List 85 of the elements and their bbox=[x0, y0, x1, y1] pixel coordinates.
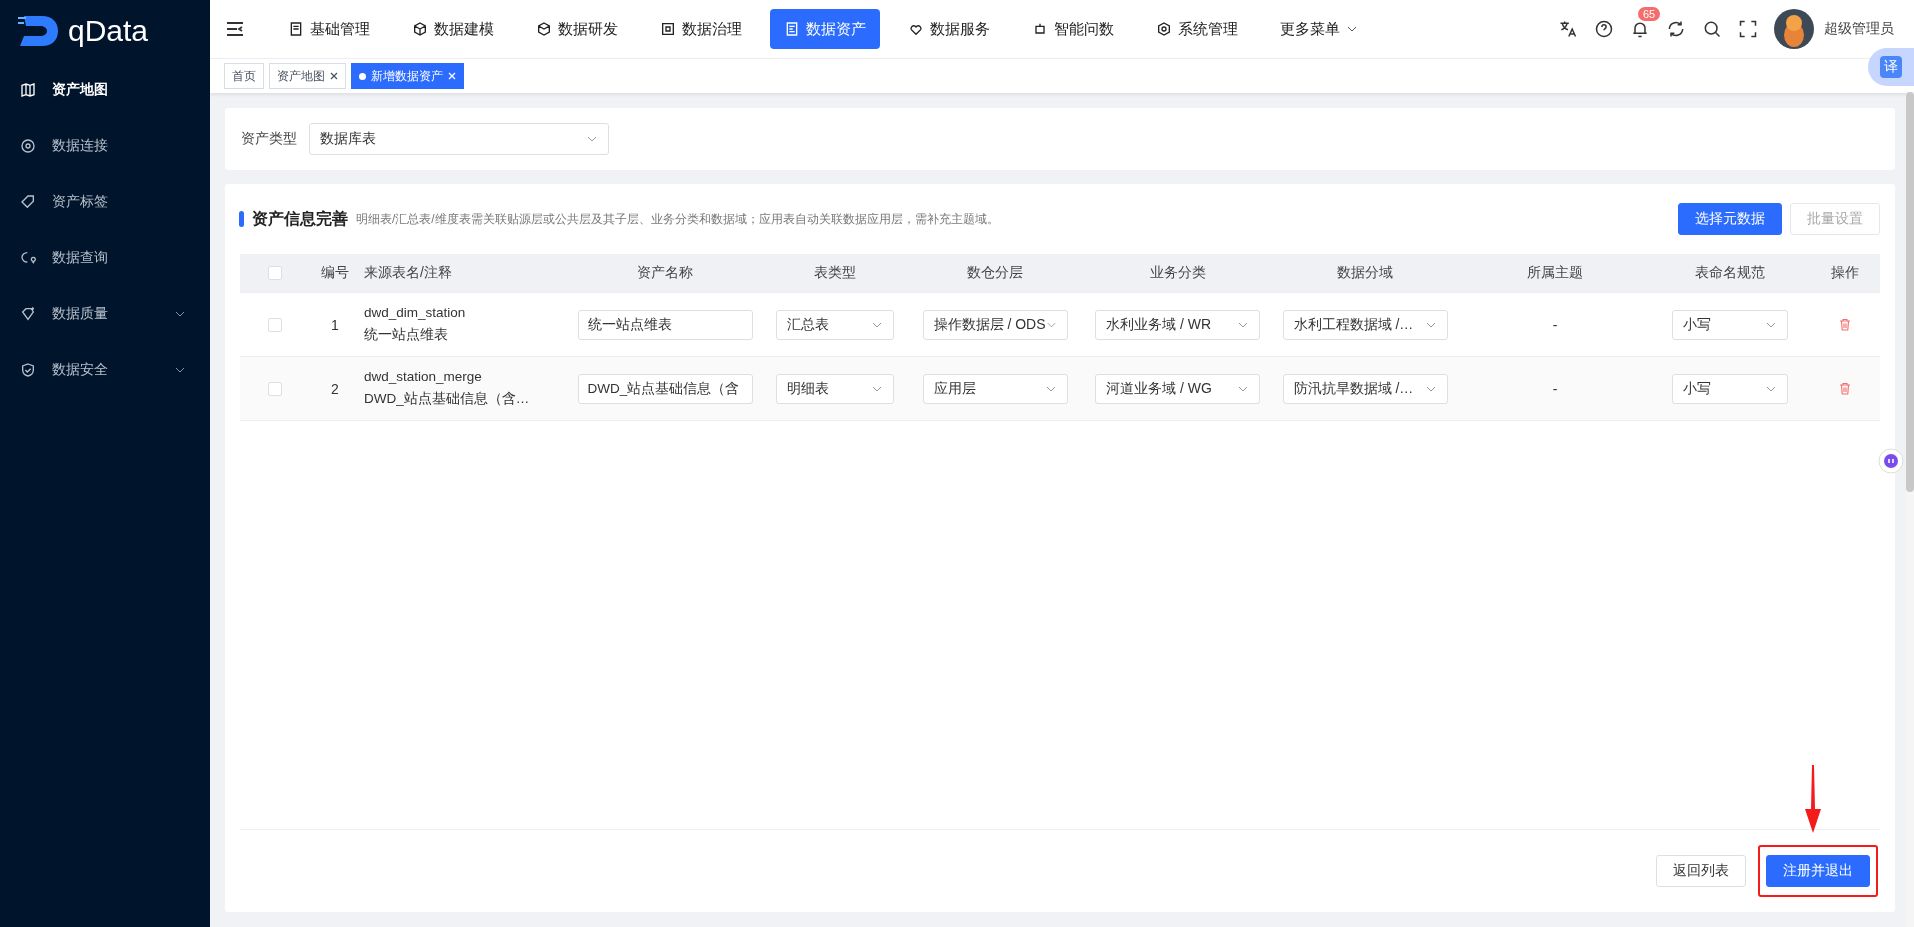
select-metadata-button[interactable]: 选择元数据 bbox=[1678, 203, 1782, 235]
domain-select[interactable]: 防汛抗旱数据域 /… bbox=[1282, 373, 1448, 404]
column-header: 数仓分层 bbox=[967, 264, 1023, 282]
user-name[interactable]: 超级管理员 bbox=[1824, 20, 1894, 38]
layer-select[interactable]: 操作数据层 / ODS bbox=[922, 309, 1068, 340]
section-hint: 明细表/汇总表/维度表需关联贴源层或公共层及其子层、业务分类和数据域；应用表自动关联数据应用层，需补充主题域。 bbox=[356, 210, 1000, 228]
sidebar-item[interactable]: 资产地图 bbox=[0, 62, 210, 118]
active-dot bbox=[359, 72, 366, 80]
delete-icon[interactable] bbox=[1839, 318, 1851, 331]
column-header: 数据分域 bbox=[1337, 264, 1393, 282]
row-number: 1 bbox=[331, 316, 339, 333]
asset-type-select[interactable]: 数据库表 bbox=[309, 123, 609, 155]
nav-tab[interactable]: 数据研发 bbox=[522, 9, 632, 49]
source-table-comment: 统一站点维表 bbox=[364, 326, 448, 344]
target-icon bbox=[20, 138, 36, 154]
sidebar-item[interactable]: 数据质量 bbox=[0, 286, 210, 342]
refresh-icon[interactable] bbox=[1666, 19, 1686, 39]
nav-tab[interactable]: 数据治理 bbox=[646, 9, 756, 49]
section-marker bbox=[239, 211, 244, 227]
page-tab[interactable]: 资产地图 bbox=[269, 63, 346, 89]
back-to-list-button[interactable]: 返回列表 bbox=[1656, 855, 1746, 887]
cube-icon bbox=[412, 21, 428, 37]
business-select[interactable]: 水利业务域 / WR bbox=[1095, 309, 1260, 340]
column-header: 表命名规范 bbox=[1695, 264, 1765, 282]
asset-name-field[interactable]: 统一站点维表 bbox=[577, 309, 753, 340]
source-table-comment: DWD_站点基础信息（含… bbox=[364, 390, 530, 408]
theme-cell: - bbox=[1552, 380, 1558, 397]
theme-cell: - bbox=[1552, 316, 1558, 333]
nav-tab[interactable]: 智能问数 bbox=[1018, 9, 1128, 49]
register-and-exit-button[interactable]: 注册并退出 bbox=[1766, 855, 1870, 887]
row-number: 2 bbox=[331, 380, 339, 397]
avatar[interactable] bbox=[1774, 9, 1814, 49]
scrollbar-thumb[interactable] bbox=[1906, 92, 1914, 492]
field-label: 资产类型 bbox=[241, 130, 297, 148]
hexagon-icon bbox=[1156, 21, 1172, 37]
nav-tab[interactable]: 数据资产 bbox=[770, 9, 880, 49]
sidebar-item[interactable]: 数据查询 bbox=[0, 230, 210, 286]
frame-icon bbox=[660, 21, 676, 37]
checkbox[interactable] bbox=[268, 266, 282, 280]
diamond-icon bbox=[20, 306, 36, 322]
box-icon bbox=[536, 21, 552, 37]
map-icon bbox=[20, 82, 36, 98]
fullscreen-icon[interactable] bbox=[1738, 19, 1758, 39]
nav-tab[interactable]: 基础管理 bbox=[274, 9, 384, 49]
notification-badge: 65 bbox=[1638, 7, 1661, 21]
page-tab[interactable]: 新增数据资产 bbox=[351, 63, 464, 89]
table-type-select[interactable]: 汇总表 bbox=[776, 309, 894, 340]
annotation-arrow bbox=[1804, 765, 1822, 833]
table-type-select[interactable]: 明细表 bbox=[776, 373, 894, 404]
section-title: 资产信息完善 bbox=[252, 208, 348, 229]
sidebar-item[interactable]: 数据连接 bbox=[0, 118, 210, 174]
nav-tab[interactable]: 数据服务 bbox=[894, 9, 1004, 49]
column-header: 来源表名/注释 bbox=[364, 264, 452, 282]
sidebar-item[interactable]: 数据安全 bbox=[0, 342, 210, 398]
close-icon[interactable] bbox=[330, 72, 338, 80]
tag-icon bbox=[20, 194, 36, 210]
delete-icon[interactable] bbox=[1839, 382, 1851, 395]
translate-icon[interactable] bbox=[1558, 19, 1578, 39]
business-select[interactable]: 河道业务域 / WG bbox=[1095, 373, 1260, 404]
report-icon bbox=[784, 21, 800, 37]
checkbox[interactable] bbox=[268, 317, 282, 332]
layer-select[interactable]: 应用层 bbox=[922, 373, 1068, 404]
source-table-name: dwd_station_merge bbox=[364, 369, 482, 384]
more-menu[interactable]: 更多菜单 bbox=[1266, 9, 1372, 49]
nav-tab[interactable]: 数据建模 bbox=[398, 9, 508, 49]
help-icon[interactable] bbox=[1594, 19, 1614, 39]
logo-text: qData bbox=[68, 14, 149, 48]
column-header: 资产名称 bbox=[637, 264, 693, 282]
asset-name-field[interactable]: DWD_站点基础信息（含 bbox=[577, 373, 753, 404]
column-header: 编号 bbox=[321, 264, 349, 282]
column-header: 所属主题 bbox=[1527, 264, 1583, 282]
page-tab[interactable]: 首页 bbox=[224, 63, 264, 89]
menu-icon[interactable] bbox=[226, 21, 244, 37]
column-header: 业务分类 bbox=[1149, 264, 1206, 282]
source-table-name: dwd_dim_station bbox=[364, 305, 466, 320]
column-header: 表类型 bbox=[814, 264, 856, 282]
shield-icon bbox=[20, 362, 36, 378]
nav-tab[interactable]: 系统管理 bbox=[1142, 9, 1252, 49]
column-header: 操作 bbox=[1831, 264, 1859, 282]
naming-select[interactable]: 小写 bbox=[1672, 309, 1788, 340]
checkbox[interactable] bbox=[268, 381, 282, 396]
domain-select[interactable]: 水利工程数据域 /… bbox=[1282, 309, 1448, 340]
document-icon bbox=[288, 21, 304, 37]
sidebar-item[interactable]: 资产标签 bbox=[0, 174, 210, 230]
naming-select[interactable]: 小写 bbox=[1672, 373, 1788, 404]
